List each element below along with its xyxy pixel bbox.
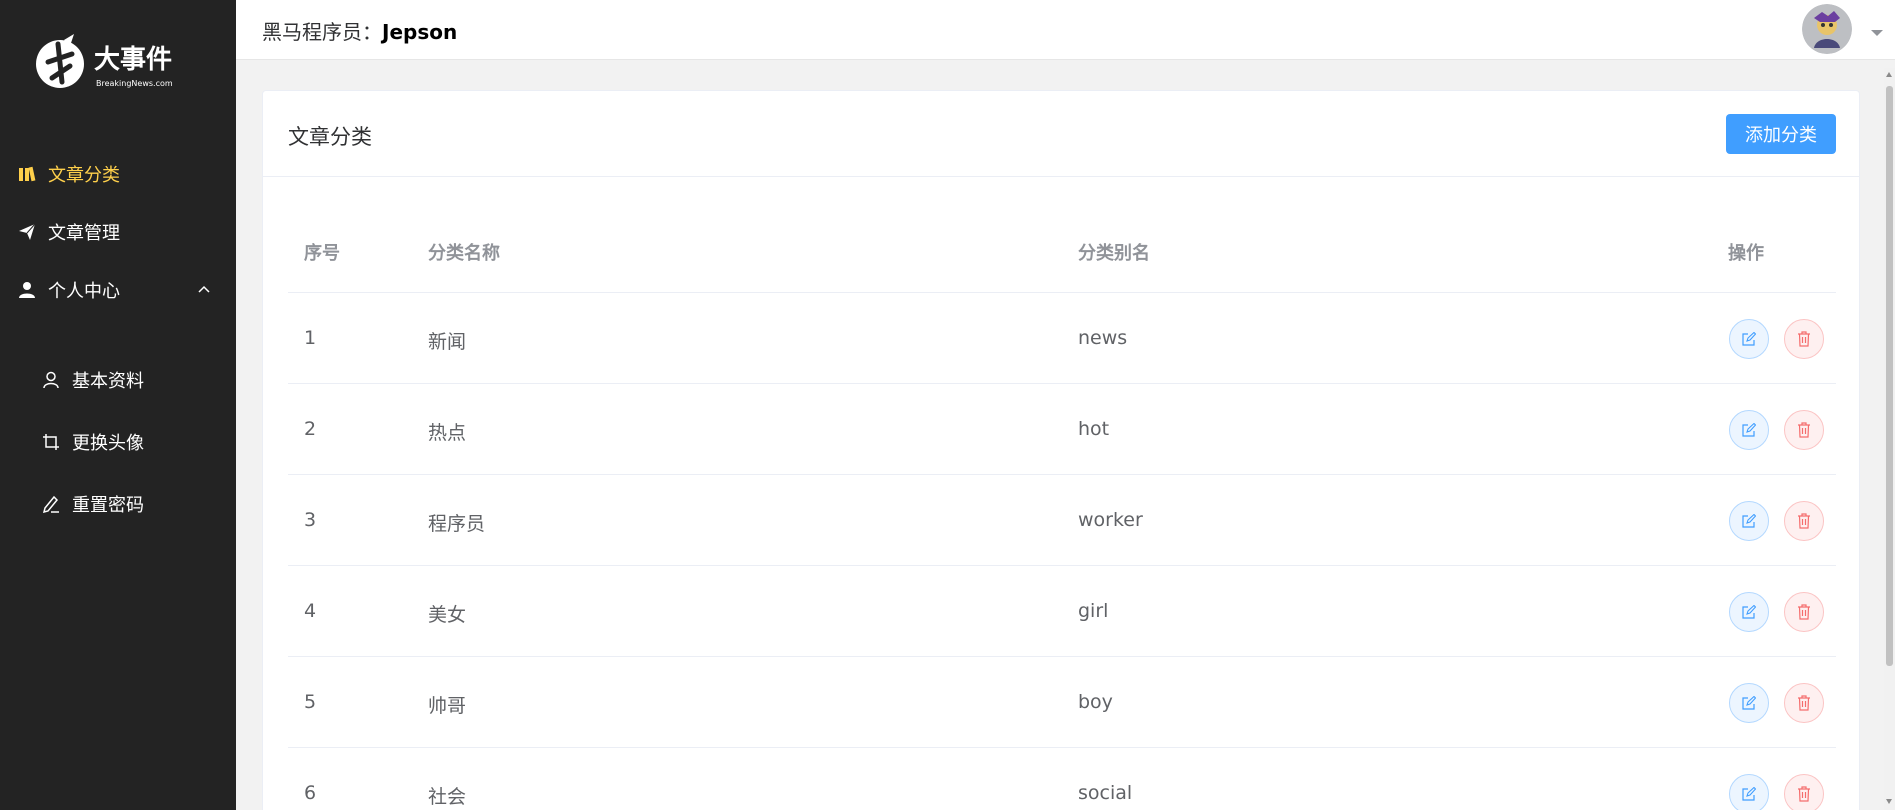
header-actions: 操作 (1728, 243, 1764, 264)
brand-logo: 大事件 BreakingNews.com (34, 32, 190, 98)
edit-icon (1742, 423, 1756, 437)
user-filled-icon (16, 279, 38, 301)
sidebar-item-personal-center[interactable]: 个人中心 (0, 262, 236, 318)
delete-button[interactable] (1784, 683, 1824, 723)
edit-button[interactable] (1729, 774, 1769, 810)
delete-button[interactable] (1784, 410, 1824, 450)
trash-icon (1797, 695, 1811, 711)
card-title: 文章分类 (288, 125, 372, 149)
sidebar-item-label: 个人中心 (48, 281, 120, 302)
sidebar-item-label: 文章分类 (48, 165, 120, 186)
cell-name: 热点 (428, 422, 467, 444)
cell-alias: social (1078, 782, 1133, 804)
user-outline-icon (40, 369, 62, 391)
scrollbar-thumb[interactable] (1886, 86, 1893, 666)
trash-icon (1797, 786, 1811, 802)
main-content: 文章分类 添加分类 序号 分类名称 分类别名 操作 1 新闻 news 2 热点 hot 3… (236, 60, 1895, 810)
category-icon (16, 163, 38, 185)
cell-name: 美女 (428, 604, 467, 626)
cell-alias: boy (1078, 691, 1113, 713)
cell-index: 1 (304, 327, 317, 349)
delete-button[interactable] (1784, 501, 1824, 541)
caret-down-icon[interactable] (1870, 23, 1884, 36)
svg-text:大事件: 大事件 (94, 45, 172, 75)
sidebar: 大事件 BreakingNews.com 文章分类 文章管理 个人中心 基本资料 (0, 0, 236, 810)
category-card: 文章分类 添加分类 序号 分类名称 分类别名 操作 1 新闻 news 2 热点 hot 3… (262, 90, 1860, 810)
table-row: 2 热点 hot (288, 384, 1836, 475)
table-row: 4 美女 girl (288, 566, 1836, 657)
trash-icon (1797, 422, 1811, 438)
add-category-button[interactable]: 添加分类 (1726, 114, 1836, 154)
sidebar-item-article-manage[interactable]: 文章管理 (0, 204, 236, 260)
trash-icon (1797, 513, 1811, 529)
avatar[interactable] (1802, 4, 1852, 54)
scroll-up-icon[interactable] (1886, 72, 1892, 77)
sidebar-item-label: 文章管理 (48, 223, 120, 244)
cell-alias: hot (1078, 418, 1110, 440)
sidebar-item-basic-profile[interactable]: 基本资料 (0, 355, 236, 405)
table-row: 6 社会 social (288, 748, 1836, 810)
chevron-up-icon[interactable] (196, 282, 212, 298)
cell-name: 程序员 (428, 513, 486, 535)
user-prefix: 黑马程序员： (262, 20, 382, 44)
edit-pen-icon (40, 493, 62, 515)
top-header: 黑马程序员：Jepson (236, 0, 1895, 60)
cell-name: 社会 (428, 786, 467, 808)
trash-icon (1797, 604, 1811, 620)
user-name: Jepson (382, 20, 458, 44)
cell-alias: news (1078, 327, 1128, 349)
cell-index: 5 (304, 691, 317, 713)
cell-index: 6 (304, 782, 317, 804)
edit-icon (1742, 605, 1756, 619)
crop-icon (40, 431, 62, 453)
cell-index: 2 (304, 418, 317, 440)
delete-button[interactable] (1784, 774, 1824, 810)
card-header: 文章分类 添加分类 (263, 91, 1859, 177)
sidebar-item-label: 更换头像 (72, 433, 144, 454)
cell-name: 新闻 (428, 331, 467, 353)
table-row: 5 帅哥 boy (288, 657, 1836, 748)
edit-button[interactable] (1729, 501, 1769, 541)
table-row: 1 新闻 news (288, 293, 1836, 384)
paper-plane-icon (16, 221, 38, 243)
edit-icon (1742, 787, 1756, 801)
cell-alias: girl (1078, 600, 1109, 622)
table-header: 序号 分类名称 分类别名 操作 (288, 207, 1836, 293)
trash-icon (1797, 331, 1811, 347)
sidebar-item-label: 重置密码 (72, 495, 144, 516)
sidebar-item-label: 基本资料 (72, 371, 144, 392)
delete-button[interactable] (1784, 319, 1824, 359)
delete-button[interactable] (1784, 592, 1824, 632)
edit-button[interactable] (1729, 683, 1769, 723)
header-alias: 分类别名 (1078, 243, 1150, 264)
edit-button[interactable] (1729, 592, 1769, 632)
edit-icon (1742, 696, 1756, 710)
svg-text:BreakingNews.com: BreakingNews.com (96, 79, 173, 88)
edit-button[interactable] (1729, 410, 1769, 450)
cell-name: 帅哥 (428, 695, 467, 717)
user-greeting: 黑马程序员：Jepson (262, 16, 457, 45)
scrollbar[interactable] (1884, 68, 1895, 810)
cell-index: 3 (304, 509, 317, 531)
edit-icon (1742, 332, 1756, 346)
cell-alias: worker (1078, 509, 1143, 531)
scroll-down-icon[interactable] (1886, 799, 1892, 804)
table-row: 3 程序员 worker (288, 475, 1836, 566)
edit-icon (1742, 514, 1756, 528)
header-index: 序号 (304, 243, 340, 264)
sidebar-item-reset-password[interactable]: 重置密码 (0, 479, 236, 529)
sidebar-item-article-category[interactable]: 文章分类 (0, 146, 236, 202)
sidebar-item-change-avatar[interactable]: 更换头像 (0, 417, 236, 467)
cell-index: 4 (304, 600, 317, 622)
header-name: 分类名称 (428, 243, 500, 264)
edit-button[interactable] (1729, 319, 1769, 359)
category-table: 序号 分类名称 分类别名 操作 1 新闻 news 2 热点 hot 3 程序员 worker 4… (288, 207, 1836, 810)
